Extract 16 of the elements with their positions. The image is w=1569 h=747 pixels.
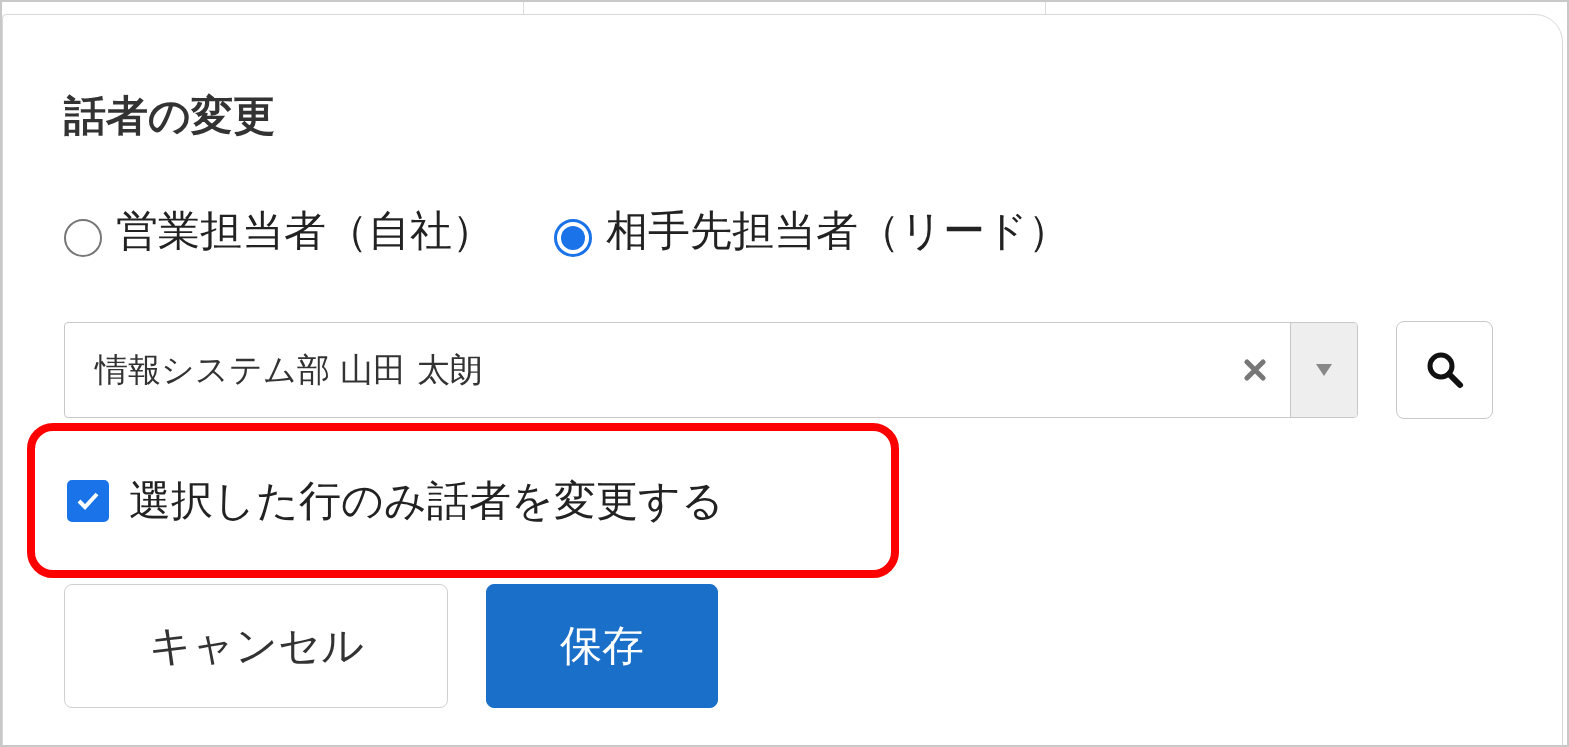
radio-label: 相手先担当者（リード） (606, 205, 1070, 257)
caret-icon (1315, 363, 1333, 377)
radio-button[interactable] (554, 219, 592, 257)
cancel-button[interactable]: キャンセル (64, 584, 448, 708)
radio-button[interactable] (64, 219, 102, 257)
radio-option[interactable]: 相手先担当者（リード） (554, 203, 1070, 259)
speaker-select[interactable]: 情報システム部 山田 太朗 (64, 322, 1358, 418)
clear-icon[interactable] (1244, 359, 1266, 381)
checkbox-option[interactable]: 選択した行のみ話者を変更する (67, 472, 724, 529)
dropdown-toggle[interactable] (1290, 323, 1357, 417)
save-button[interactable]: 保存 (486, 584, 718, 708)
checkbox[interactable] (67, 479, 109, 522)
dialog-title: 話者の変更 (64, 95, 276, 137)
search-button[interactable] (1396, 321, 1493, 419)
radio-label: 営業担当者（自社） (116, 205, 494, 257)
radio-option[interactable]: 営業担当者（自社） (64, 203, 494, 259)
